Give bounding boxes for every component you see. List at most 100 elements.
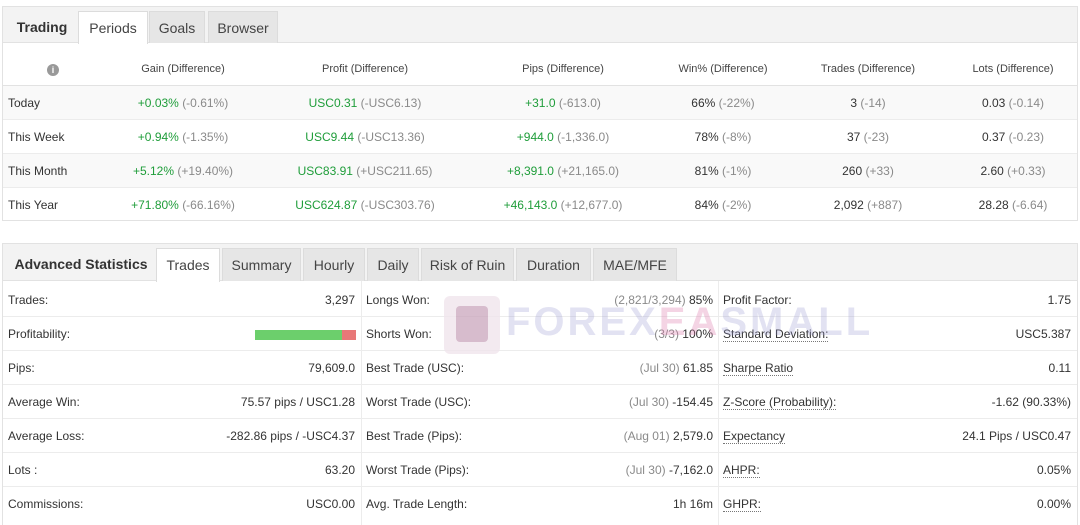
average-win-label: Average Win:	[8, 395, 80, 409]
header-profit: Profit (Difference)	[322, 63, 408, 75]
average-win-value: 75.57 pips / USC1.28	[240, 395, 355, 409]
periods-tabbar: Trading Periods Goals Browser	[3, 7, 1077, 44]
header-pips: Pips (Difference)	[522, 63, 604, 75]
worst-trade-pips-label: Worst Trade (Pips):	[366, 463, 470, 477]
pips-diff: (-613.0)	[558, 96, 601, 110]
pips-cell: +944.0 (-1,336.0)	[483, 120, 643, 154]
z-score-label[interactable]: Z-Score (Probability):	[723, 395, 837, 410]
tab-browser[interactable]: Browser	[208, 11, 278, 43]
standard-deviation-label[interactable]: Standard Deviation:	[723, 327, 829, 342]
profit-value: USC83.91	[297, 164, 353, 178]
best-trade-usc-label: Best Trade (USC):	[366, 361, 465, 375]
worst-trade-pips-date: (Jul 30)	[625, 463, 666, 477]
trades-value: 37	[846, 130, 861, 144]
tab-risk-of-ruin[interactable]: Risk of Ruin	[421, 248, 514, 281]
tab-hourly[interactable]: Hourly	[303, 248, 365, 281]
trades-cell: 3 (-14)	[788, 86, 948, 120]
lots-diff: (-6.64)	[1012, 198, 1048, 212]
win-value: 84%	[694, 198, 719, 212]
ghpr-label-wrap[interactable]: GHPR:	[723, 497, 762, 512]
profit-diff: (+USC211.65)	[356, 164, 433, 178]
win-value: 78%	[694, 130, 719, 144]
header-win: Win% (Difference)	[678, 63, 768, 75]
stats-row: Average Loss: -282.86 pips / -USC4.37 Be…	[3, 419, 1077, 453]
profit-cell: USC9.44 (-USC13.36)	[285, 120, 445, 154]
tab-periods[interactable]: Periods	[78, 11, 148, 44]
trades-value: 2,092	[833, 198, 864, 212]
tab-mae-mfe[interactable]: MAE/MFE	[593, 248, 677, 281]
gain-cell: +71.80% (-66.16%)	[103, 188, 263, 222]
avg-trade-length-label: Avg. Trade Length:	[366, 497, 468, 511]
sharpe-ratio-label-wrap[interactable]: Sharpe Ratio	[723, 361, 794, 376]
standard-deviation-label-wrap[interactable]: Standard Deviation:	[723, 327, 829, 342]
gain-value: +0.03%	[137, 96, 179, 110]
advanced-tabbar: Advanced Statistics Trades Summary Hourl…	[3, 244, 1077, 282]
z-score-label-wrap[interactable]: Z-Score (Probability):	[723, 395, 837, 410]
profit-cell: USC624.87 (-USC303.76)	[285, 188, 445, 222]
expectancy-label-wrap[interactable]: Expectancy	[723, 429, 786, 444]
profit-diff: (-USC13.36)	[357, 130, 425, 144]
advanced-statistics-panel: Advanced Statistics Trades Summary Hourl…	[2, 243, 1078, 525]
tab-summary[interactable]: Summary	[222, 248, 301, 281]
commissions-label: Commissions:	[8, 497, 84, 511]
profit-cell: USC83.91 (+USC211.65)	[285, 154, 445, 188]
pips-value: +944.0	[516, 130, 554, 144]
worst-trade-usc-date: (Jul 30)	[628, 395, 669, 409]
expectancy-label[interactable]: Expectancy	[723, 429, 786, 444]
longs-won-value-cell: (2,821/3,294) 85%	[523, 283, 713, 317]
info-icon-wrap[interactable]: i	[41, 52, 65, 86]
period-row-this-year: This Year +71.80% (-66.16%) USC624.87 (-…	[3, 188, 1077, 222]
win-diff: (-8%)	[722, 130, 752, 144]
stats-row: Commissions: USC0.00 Avg. Trade Length: …	[3, 487, 1077, 521]
tab-goals[interactable]: Goals	[149, 11, 205, 43]
win-cell: 81% (-1%)	[643, 154, 803, 188]
profit-value: USC624.87	[295, 198, 358, 212]
trades-cell: 37 (-23)	[788, 120, 948, 154]
shorts-won-value-cell: (3/3) 100%	[523, 317, 713, 351]
header-trades: Trades (Difference)	[820, 63, 916, 75]
lots-value: 28.28	[978, 198, 1009, 212]
pips-diff: (+12,677.0)	[560, 198, 623, 212]
profit-diff: (-USC6.13)	[360, 96, 422, 110]
gain-value: +5.12%	[132, 164, 174, 178]
win-cell: 66% (-22%)	[643, 86, 803, 120]
trades-value: 3,297	[324, 293, 355, 307]
best-trade-usc-date: (Jul 30)	[639, 361, 680, 375]
win-diff: (-1%)	[722, 164, 752, 178]
tab-trades[interactable]: Trades	[156, 248, 220, 282]
best-trade-pips-value: 2,579.0	[672, 429, 713, 443]
profit-value: USC0.31	[308, 96, 358, 110]
info-icon[interactable]: i	[47, 63, 59, 76]
period-label: This Month	[8, 164, 68, 178]
trades-value: 3	[850, 96, 857, 110]
best-trade-usc-cell: (Jul 30) 61.85	[523, 351, 713, 385]
trades-value: 260	[842, 164, 863, 178]
average-loss-label: Average Loss:	[8, 429, 85, 443]
ahpr-label-wrap[interactable]: AHPR:	[723, 463, 760, 478]
trades-label: Trades:	[8, 293, 49, 307]
win-cell: 78% (-8%)	[643, 120, 803, 154]
header-gain: Gain (Difference)	[141, 63, 225, 75]
average-loss-value: -282.86 pips / -USC4.37	[226, 429, 355, 443]
trades-diff: (+33)	[865, 164, 894, 178]
sharpe-ratio-label[interactable]: Sharpe Ratio	[723, 361, 794, 376]
stats-row: Lots : 63.20 Worst Trade (Pips): (Jul 30…	[3, 453, 1077, 487]
profit-diff: (-USC303.76)	[360, 198, 435, 212]
period-row-this-month: This Month +5.12% (+19.40%) USC83.91 (+U…	[3, 154, 1077, 188]
best-trade-pips-date: (Aug 01)	[623, 429, 670, 443]
ahpr-label[interactable]: AHPR:	[723, 463, 760, 478]
pips-cell: +46,143.0 (+12,677.0)	[483, 188, 643, 222]
gain-cell: +5.12% (+19.40%)	[103, 154, 263, 188]
tab-duration[interactable]: Duration	[516, 248, 591, 281]
longs-won-label: Longs Won:	[366, 293, 430, 307]
longs-won-value: 85%	[688, 293, 713, 307]
gain-diff: (-1.35%)	[182, 130, 229, 144]
period-row-this-week: This Week +0.94% (-1.35%) USC9.44 (-USC1…	[3, 120, 1077, 154]
tab-daily[interactable]: Daily	[367, 248, 419, 281]
period-label: This Year	[8, 198, 59, 212]
pips-cell: +8,391.0 (+21,165.0)	[483, 154, 643, 188]
trades-cell: 2,092 (+887)	[788, 188, 948, 222]
ghpr-label[interactable]: GHPR:	[723, 497, 762, 512]
pips-value: +31.0	[525, 96, 556, 110]
lots-cell: 2.60 (+0.33)	[933, 154, 1080, 188]
